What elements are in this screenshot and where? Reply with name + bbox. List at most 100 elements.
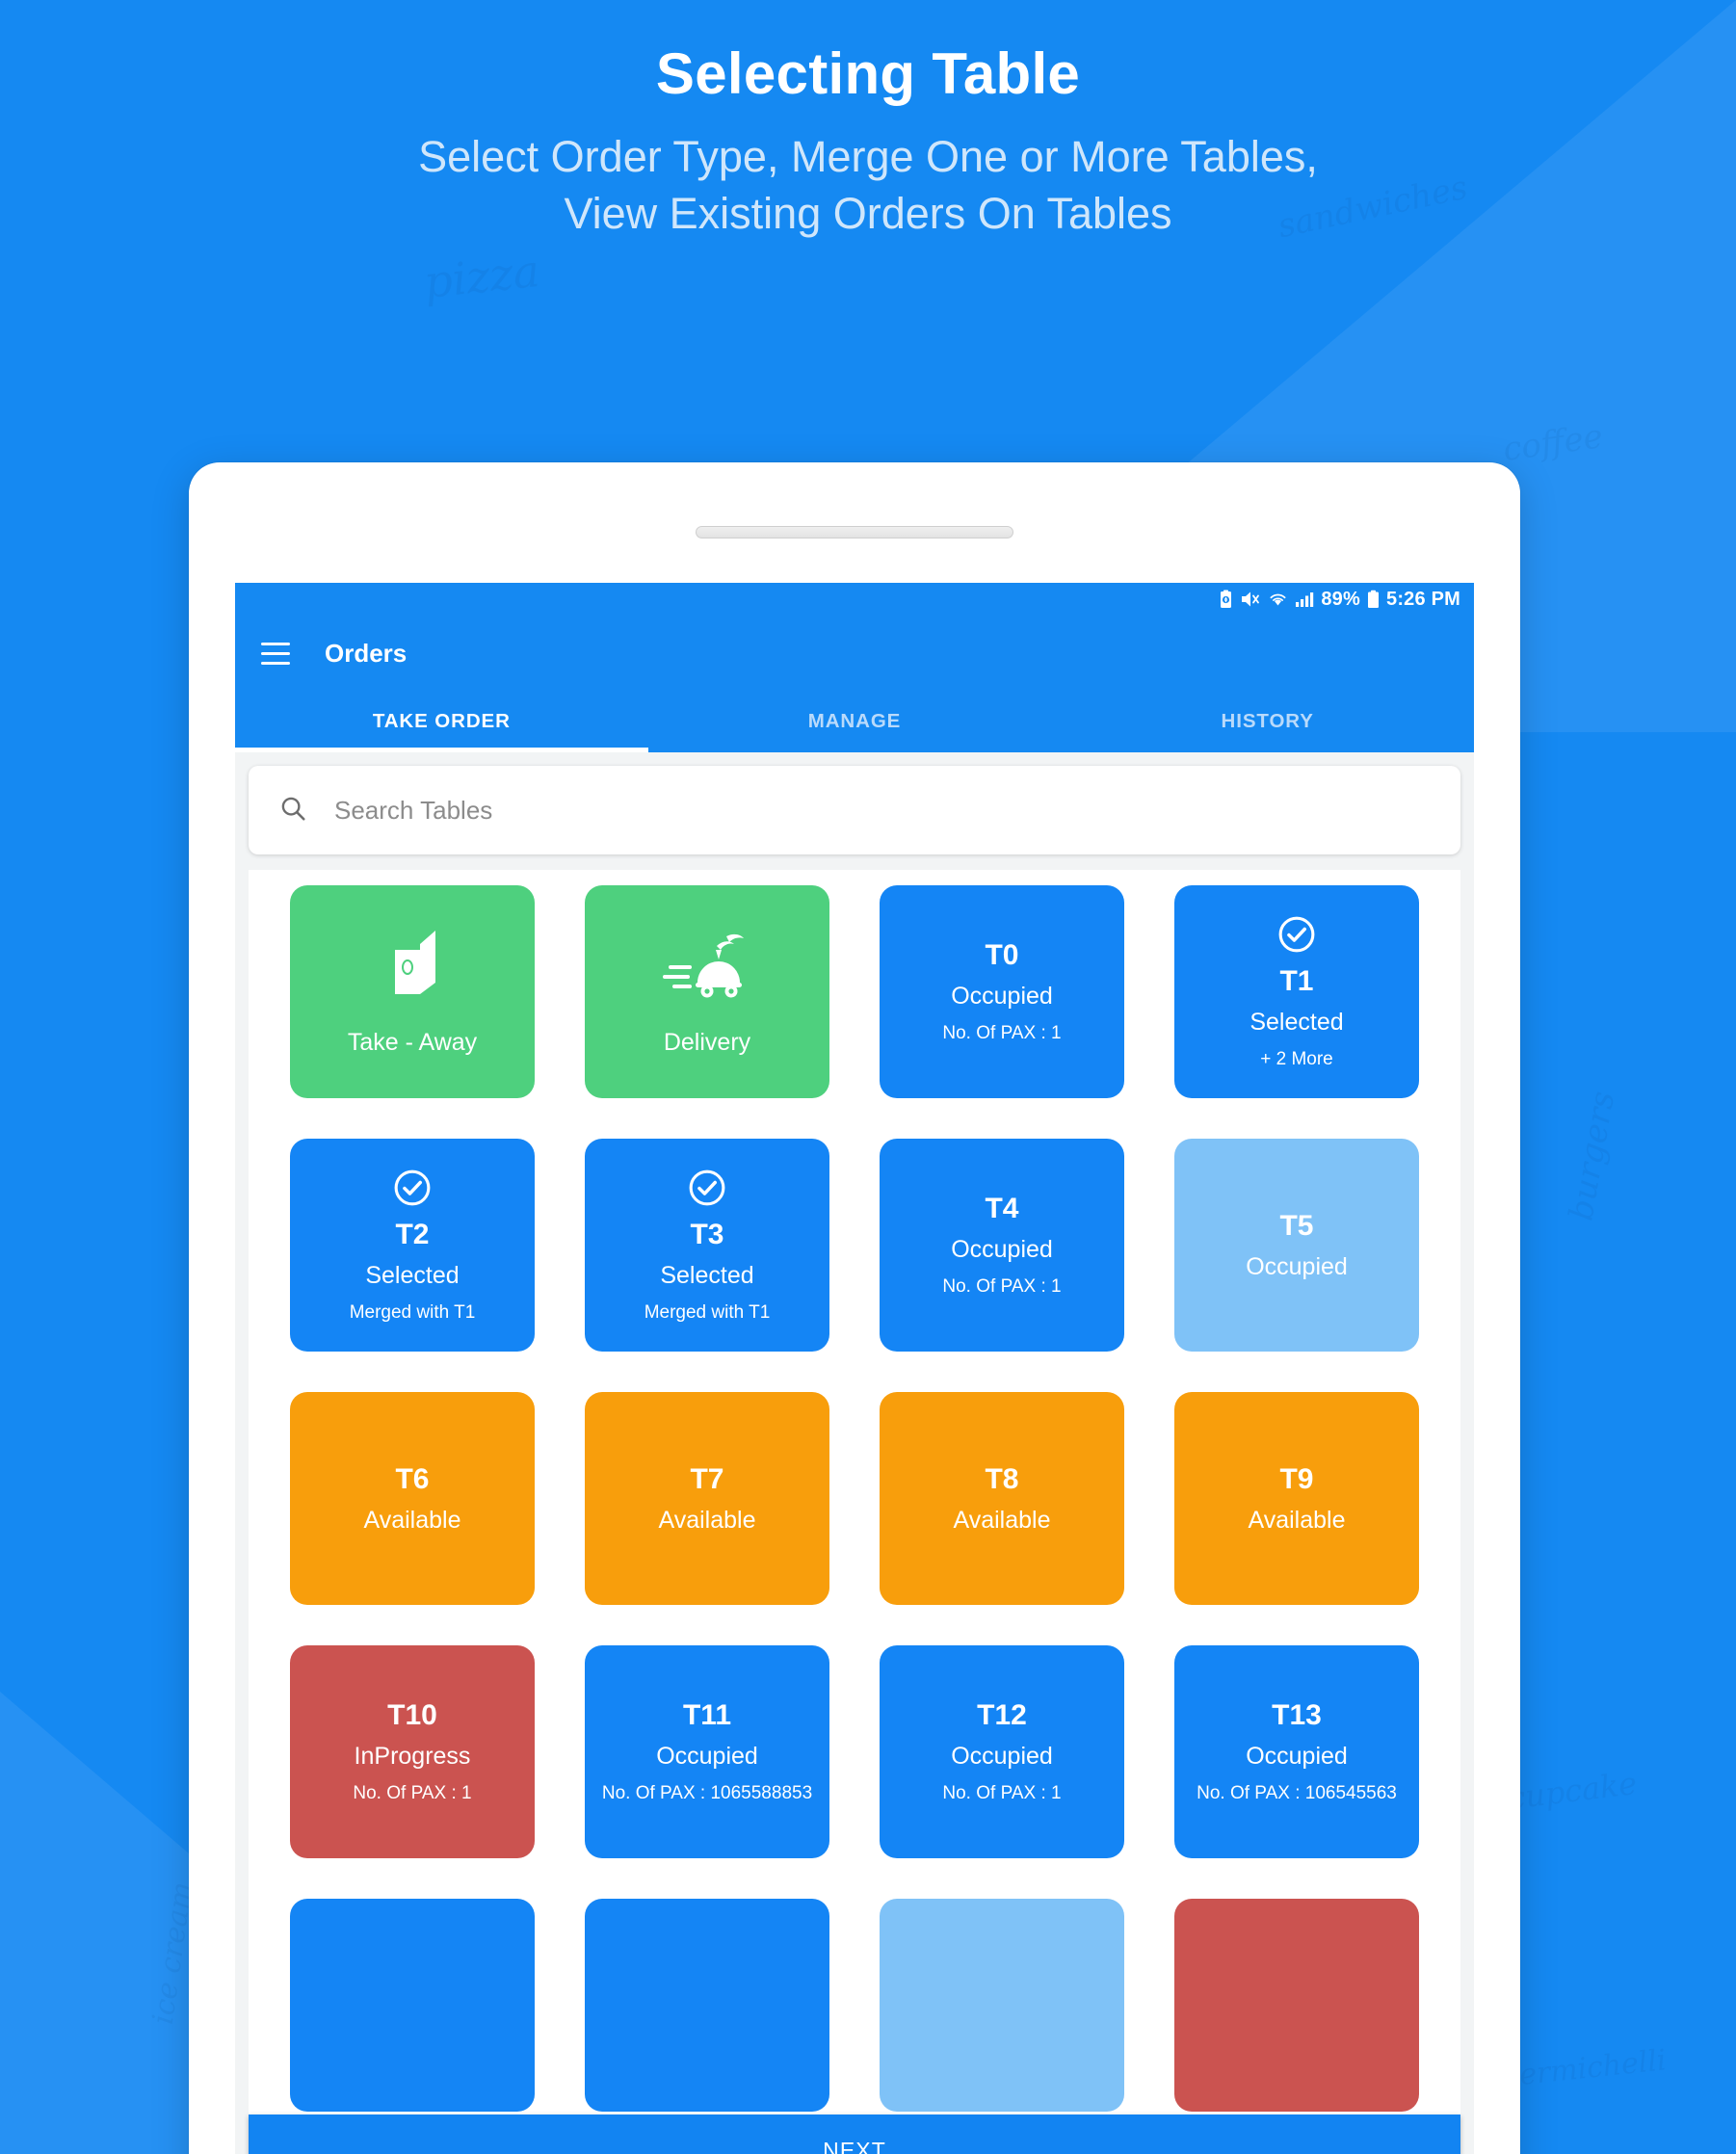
table-name: T10 bbox=[387, 1699, 437, 1731]
battery-saver-icon bbox=[1219, 590, 1233, 609]
battery-percent-label: 89% bbox=[1321, 588, 1360, 610]
signal-icon bbox=[1295, 590, 1314, 609]
table-status: Selected bbox=[660, 1262, 754, 1289]
table-status: Occupied bbox=[1246, 1743, 1348, 1770]
table-status: Selected bbox=[365, 1262, 460, 1289]
delivery-scooter-icon bbox=[663, 927, 751, 1000]
table-name: T6 bbox=[395, 1462, 430, 1495]
table-subtext: No. Of PAX : 1 bbox=[353, 1783, 472, 1803]
doodle-word: coffee bbox=[1500, 416, 1606, 470]
tile-table-t2[interactable]: T2 Selected Merged with T1 bbox=[290, 1139, 535, 1352]
hero-section: Selecting Table Select Order Type, Merge… bbox=[0, 0, 1736, 243]
table-name: T12 bbox=[977, 1699, 1027, 1731]
table-name: T7 bbox=[690, 1462, 724, 1495]
table-subtext: No. Of PAX : 106545563 bbox=[1197, 1783, 1397, 1803]
tablet-device-frame: 89% 5:26 PM Orders TAKE ORDER MANAGE HISTO… bbox=[189, 462, 1520, 2154]
tile-table-t10[interactable]: T10 InProgress No. Of PAX : 1 bbox=[290, 1645, 535, 1858]
tile-table-partial[interactable] bbox=[290, 1899, 535, 2112]
wifi-icon bbox=[1268, 590, 1288, 609]
tile-table-t11[interactable]: T11 Occupied No. Of PAX : 1065588853 bbox=[585, 1645, 829, 1858]
tile-table-t9[interactable]: T9 Available bbox=[1174, 1392, 1419, 1605]
tab-label: HISTORY bbox=[1221, 710, 1314, 732]
table-name: T0 bbox=[985, 939, 1019, 971]
content-area: Search Tables Take - Away Delivery T0 Occup… bbox=[235, 752, 1474, 2154]
search-bar[interactable]: Search Tables bbox=[249, 766, 1460, 854]
check-circle-icon bbox=[391, 1167, 434, 1209]
tile-table-t12[interactable]: T12 Occupied No. Of PAX : 1 bbox=[880, 1645, 1124, 1858]
table-name: T2 bbox=[395, 1219, 430, 1250]
table-name: T1 bbox=[1279, 965, 1314, 997]
tab-take-order[interactable]: TAKE ORDER bbox=[235, 691, 648, 752]
doodle-word: burgers bbox=[1562, 1088, 1623, 1224]
tab-bar: TAKE ORDER MANAGE HISTORY bbox=[235, 691, 1474, 752]
tile-table-partial[interactable] bbox=[1174, 1899, 1419, 2112]
table-name: T11 bbox=[682, 1699, 732, 1731]
tile-label: Take - Away bbox=[347, 1029, 478, 1056]
tile-table-t6[interactable]: T6 Available bbox=[290, 1392, 535, 1605]
table-subtext: Merged with T1 bbox=[349, 1302, 476, 1323]
table-subtext: No. Of PAX : 1 bbox=[942, 1783, 1062, 1803]
page-subtitle: Select Order Type, Merge One or More Tab… bbox=[0, 128, 1736, 243]
table-name: T8 bbox=[985, 1462, 1019, 1495]
tab-manage[interactable]: MANAGE bbox=[648, 691, 1062, 752]
tab-label: MANAGE bbox=[807, 710, 902, 732]
table-name: T3 bbox=[690, 1219, 724, 1250]
table-status: Available bbox=[1248, 1506, 1346, 1534]
tile-table-t1[interactable]: T1 Selected + 2 More bbox=[1174, 885, 1419, 1098]
app-bar: Orders bbox=[235, 616, 1474, 691]
table-status: Occupied bbox=[656, 1743, 758, 1770]
tile-table-t5[interactable]: T5 Occupied bbox=[1174, 1139, 1419, 1352]
table-status: Available bbox=[658, 1506, 756, 1534]
check-circle-icon bbox=[686, 1167, 728, 1209]
doodle-word: cupcake bbox=[1506, 1764, 1640, 1818]
search-input[interactable]: Search Tables bbox=[334, 796, 492, 826]
table-subtext: + 2 More bbox=[1260, 1049, 1333, 1069]
next-button[interactable]: NEXT bbox=[249, 2115, 1460, 2154]
mute-icon bbox=[1240, 590, 1261, 609]
table-status: Occupied bbox=[951, 1743, 1053, 1770]
table-status: Occupied bbox=[951, 1236, 1053, 1263]
search-icon bbox=[278, 794, 307, 827]
clock-label: 5:26 PM bbox=[1386, 588, 1460, 610]
table-status: Available bbox=[953, 1506, 1051, 1534]
table-name: T13 bbox=[1272, 1699, 1322, 1731]
tile-table-t8[interactable]: T8 Available bbox=[880, 1392, 1124, 1605]
table-name: T9 bbox=[1279, 1462, 1314, 1495]
table-status: Occupied bbox=[951, 983, 1053, 1010]
tile-table-partial[interactable] bbox=[880, 1899, 1124, 2112]
table-name: T4 bbox=[985, 1193, 1019, 1224]
tile-table-t13[interactable]: T13 Occupied No. Of PAX : 106545563 bbox=[1174, 1645, 1419, 1858]
takeaway-bag-icon bbox=[381, 927, 443, 1000]
page-subtitle-line1: Select Order Type, Merge One or More Tab… bbox=[418, 132, 1318, 181]
tab-history[interactable]: HISTORY bbox=[1061, 691, 1474, 752]
doodle-word: pizza bbox=[421, 244, 542, 309]
tile-table-t7[interactable]: T7 Available bbox=[585, 1392, 829, 1605]
tables-grid-panel: Take - Away Delivery T0 Occupied No. Of PAX … bbox=[249, 870, 1460, 2154]
table-subtext: Merged with T1 bbox=[644, 1302, 771, 1323]
table-subtext: No. Of PAX : 1 bbox=[942, 1023, 1062, 1043]
app-bar-title: Orders bbox=[325, 638, 408, 668]
tile-table-t0[interactable]: T0 Occupied No. Of PAX : 1 bbox=[880, 885, 1124, 1098]
table-name: T5 bbox=[1279, 1209, 1314, 1242]
tile-table-partial[interactable] bbox=[585, 1899, 829, 2112]
table-subtext: No. Of PAX : 1 bbox=[942, 1276, 1062, 1297]
tables-grid: Take - Away Delivery T0 Occupied No. Of PAX … bbox=[290, 885, 1419, 2112]
table-status: InProgress bbox=[354, 1743, 471, 1770]
device-screen: 89% 5:26 PM Orders TAKE ORDER MANAGE HISTO… bbox=[235, 583, 1474, 2154]
tile-table-t4[interactable]: T4 Occupied No. Of PAX : 1 bbox=[880, 1139, 1124, 1352]
table-status: Available bbox=[363, 1506, 461, 1534]
check-circle-icon bbox=[1276, 913, 1318, 956]
tile-take-away[interactable]: Take - Away bbox=[290, 885, 535, 1098]
doodle-word: vermichelli bbox=[1501, 2043, 1669, 2094]
hamburger-icon[interactable] bbox=[261, 642, 290, 665]
tile-label: Delivery bbox=[663, 1029, 751, 1056]
status-bar: 89% 5:26 PM bbox=[235, 583, 1474, 616]
tab-label: TAKE ORDER bbox=[372, 710, 511, 732]
tile-table-t3[interactable]: T3 Selected Merged with T1 bbox=[585, 1139, 829, 1352]
tile-delivery[interactable]: Delivery bbox=[585, 885, 829, 1098]
table-subtext: No. Of PAX : 1065588853 bbox=[601, 1783, 813, 1803]
table-status: Occupied bbox=[1246, 1252, 1348, 1280]
table-status: Selected bbox=[1249, 1009, 1344, 1036]
page-subtitle-line2: View Existing Orders On Tables bbox=[564, 189, 1172, 239]
page-title: Selecting Table bbox=[655, 41, 1081, 106]
